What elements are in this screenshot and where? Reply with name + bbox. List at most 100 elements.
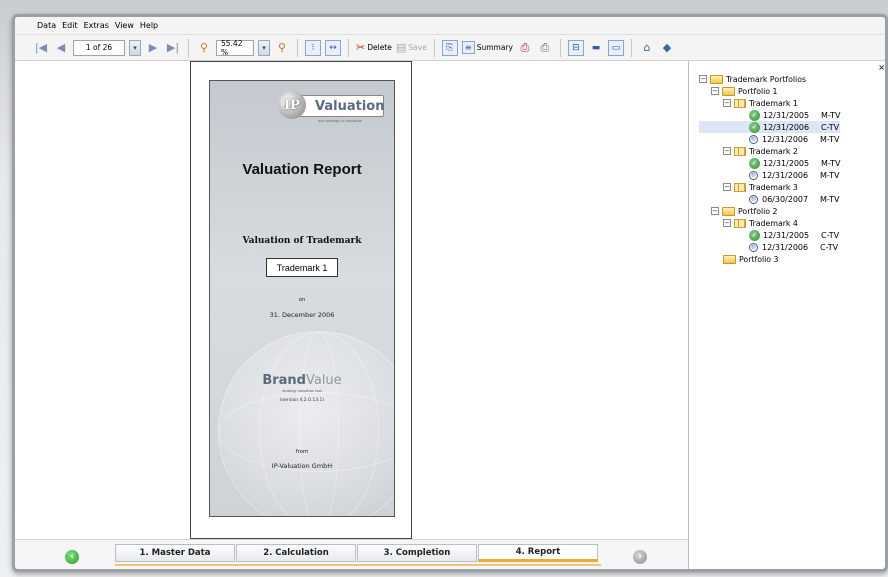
delete-button[interactable]: ✂ Delete [356,41,392,54]
company-name: IP-Valuation GmbH [271,462,333,470]
tree-node-portfolio-2[interactable]: − Portfolio 2 [699,205,840,217]
next-step-icon[interactable]: › [633,550,647,564]
collapse-icon[interactable]: − [723,183,731,191]
page-dropdown-icon[interactable]: ▾ [129,39,141,56]
report-cover-page: Valuation IP one strategy of valuation V… [209,80,395,517]
tree-leaf-valuation-selected[interactable]: ✓ 12/31/2006 C-TV [699,121,841,133]
tree-node-trademark-3[interactable]: − Trademark 3 [699,181,840,193]
next-page-icon[interactable]: ▶ [145,40,161,56]
report-subtitle: Valuation of Trademark [242,236,362,246]
from-label: from [295,449,309,455]
menu-help[interactable]: Help [140,21,158,30]
pdf-export-icon[interactable]: ⎙ [517,40,533,56]
menu-extras[interactable]: Extras [84,21,109,30]
fit-width-icon[interactable]: ↔ [325,39,341,56]
tab-calculation[interactable]: 2. Calculation [236,544,356,562]
tree-label: Portfolio 3 [739,254,779,264]
collapse-icon[interactable]: − [723,219,731,227]
valuation-type: C-TV [820,242,839,252]
summary-button[interactable]: ≡ Summary [461,41,513,54]
zoom-dropdown-icon[interactable]: ▾ [258,39,270,56]
summary-icon: ≡ [461,41,475,54]
tree-node-trademark-4[interactable]: − Trademark 4 [699,217,840,229]
zoom-field[interactable]: 55.42 % [216,39,254,57]
save-button[interactable]: ▤ Save [396,41,427,54]
app-window: Data Edit Extras View Help |◀ ◀ 1 of 26 … [12,14,888,572]
zoom-out-icon[interactable]: ⚲ [196,40,212,56]
registered-valuation-icon: ® [749,194,758,204]
valuation-type: M-TV [821,110,841,120]
tree-leaf-valuation[interactable]: ✓ 12/31/2005 M-TV [699,109,840,121]
folder-open-icon [722,86,735,96]
tab-report[interactable]: 4. Report [478,544,598,562]
brandvalue-logo: BrandValue [210,373,394,388]
report-preview-area: Valuation IP one strategy of valuation V… [15,61,688,539]
panel-view-icon[interactable]: ▭ [607,39,624,56]
on-label: on [298,297,306,303]
globe-parallel [219,392,394,472]
summary-label: Summary [476,43,513,52]
completed-valuation-icon: ✓ [749,229,760,241]
toolbar-separator [559,38,561,57]
last-page-icon[interactable]: ▶| [165,40,181,56]
tree-leaf-valuation[interactable]: ✓ 12/31/2005 M-TV [699,157,840,169]
home-icon[interactable]: ⌂ [639,40,655,56]
close-icon[interactable]: × [878,63,885,72]
tree-leaf-valuation[interactable]: ® 06/30/2007 M-TV [699,193,840,205]
tree-label: Trademark 2 [749,146,798,156]
tree-node-portfolio-1[interactable]: − Portfolio 1 [699,85,840,97]
delete-icon: ✂ [356,41,366,54]
brandvalue-bold: Brand [262,373,306,388]
wizard-navigation-bar: ‹ 1. Master Data 2. Calculation 3. Compl… [15,539,688,569]
delete-label: Delete [367,43,392,52]
valuation-date: 12/31/2006 [762,134,809,144]
tree-label: Trademark 3 [749,182,798,192]
first-page-icon[interactable]: |◀ [33,40,49,56]
collapse-icon[interactable]: − [711,207,719,215]
brandvalue-version: (version 4.2.0.13.1) [279,398,325,403]
tree-node-trademark-2[interactable]: − Trademark 2 [699,145,840,157]
logo-ip-badge: IP [278,91,306,119]
tab-master-data[interactable]: 1. Master Data [115,544,235,562]
registered-valuation-icon: ® [749,134,758,144]
toolbar-separator [630,38,632,57]
report-date: 31. December 2006 [269,311,335,319]
previous-page-icon[interactable]: ◀ [53,40,69,56]
previous-step-icon[interactable]: ‹ [65,550,79,564]
collapse-icon[interactable]: − [699,75,707,83]
menu-view[interactable]: View [115,21,134,30]
tree-view-icon[interactable]: ⊟ [567,39,584,56]
tree-node-trademark-1[interactable]: − Trademark 1 [699,97,840,109]
completed-valuation-icon: ✓ [749,157,760,169]
logo-wordmark: Valuation [298,95,384,117]
menu-data[interactable]: Data [37,21,56,30]
tree-leaf-valuation[interactable]: ® 12/31/2006 C-TV [699,241,840,253]
valuation-type: M-TV [820,134,840,144]
collapse-icon[interactable]: − [723,147,731,155]
tree-leaf-valuation[interactable]: ® 12/31/2006 M-TV [699,133,840,145]
valuation-date: 12/31/2005 [763,158,810,168]
collapse-icon[interactable]: − [723,99,731,107]
folder-open-icon [710,74,723,84]
page-indicator-field[interactable]: 1 of 26 [73,39,125,56]
report-page-frame: Valuation IP one strategy of valuation V… [190,61,412,539]
collapse-icon[interactable]: − [711,87,719,95]
valuation-date: 12/31/2006 [762,242,809,252]
tree-node-root[interactable]: − Trademark Portfolios [699,73,840,85]
tree-label: Trademark 4 [749,218,798,228]
tree-leaf-valuation[interactable]: ® 12/31/2006 M-TV [699,169,840,181]
menu-edit[interactable]: Edit [62,21,78,30]
report-view-icon[interactable]: ⎘ [441,39,458,56]
single-view-icon[interactable]: ▬ [588,40,604,56]
print-icon[interactable]: ⎙ [537,40,553,56]
zoom-in-icon[interactable]: ⚲ [274,40,290,56]
tree-leaf-valuation[interactable]: ✓ 12/31/2005 C-TV [699,229,840,241]
portfolio-tree-panel: × − Trademark Portfolios − Portfolio 1 −… [688,61,885,569]
help-book-icon[interactable]: ◆ [659,40,675,56]
fit-page-icon[interactable]: ⁝ [305,39,321,56]
trademark-name-box: Trademark 1 [266,258,338,277]
tab-completion[interactable]: 3. Completion [357,544,477,562]
tree-node-portfolio-3[interactable]: Portfolio 3 [699,253,840,265]
folder-icon [723,254,736,264]
tree-label: Trademark Portfolios [726,74,807,84]
